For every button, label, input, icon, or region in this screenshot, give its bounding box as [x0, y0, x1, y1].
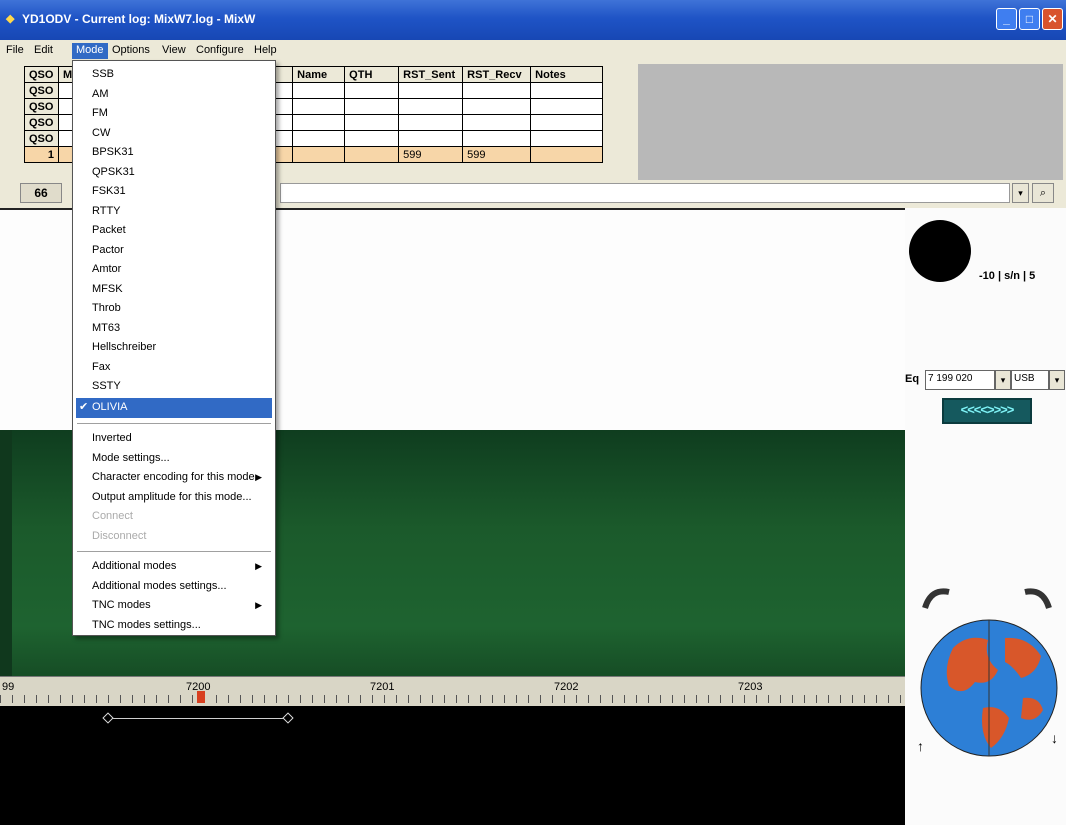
col-rst-recv[interactable]: RST_Recv — [462, 66, 532, 83]
menu-item-am[interactable]: AM — [76, 85, 272, 105]
row-label: QSO — [24, 130, 59, 147]
chevron-right-icon: ▶ — [255, 600, 262, 610]
cell-rst-sent[interactable] — [398, 130, 464, 147]
sn-readout: -10 | s/n | 5 — [979, 270, 1036, 282]
menu-item-character-encoding[interactable]: Character encoding for this mode ▶ — [76, 468, 272, 488]
bandwidth-left-handle[interactable] — [102, 712, 114, 724]
chevron-right-icon: ▶ — [255, 561, 262, 571]
menu-item-cw[interactable]: CW — [76, 124, 272, 144]
chevron-down-icon[interactable]: ▾ — [1012, 183, 1029, 203]
sideband-select[interactable]: USB — [1011, 370, 1049, 390]
frequency-scale[interactable]: 99 7200 7201 7202 7203 — [0, 676, 905, 706]
menu-item-fm[interactable]: FM — [76, 104, 272, 124]
down-arrow-icon[interactable]: ↓ — [1051, 730, 1058, 746]
close-button[interactable]: ✕ — [1042, 8, 1063, 30]
menu-item-connect: Connect — [92, 510, 133, 522]
col-rst-sent[interactable]: RST_Sent — [398, 66, 464, 83]
menu-item-mfsk[interactable]: MFSK — [76, 280, 272, 300]
menu-item-output-amplitude[interactable]: Output amplitude for this mode... — [76, 488, 272, 508]
menu-item-fax[interactable]: Fax — [76, 358, 272, 378]
search-icon[interactable]: ⌕ — [1032, 183, 1054, 203]
menu-file[interactable]: File — [2, 43, 28, 59]
col-qth[interactable]: QTH — [344, 66, 400, 83]
up-arrow-icon[interactable]: ↑ — [917, 738, 924, 754]
bandwidth-right-handle[interactable] — [282, 712, 294, 724]
freq-tick-label: 7201 — [370, 681, 395, 693]
mode-menu: SSB AM FM CW BPSK31 QPSK31 FSK31 RTTY Pa… — [72, 60, 276, 636]
menu-item-amtor[interactable]: Amtor — [76, 260, 272, 280]
cell-rst-sent[interactable] — [398, 98, 464, 115]
menu-item-tnc-modes[interactable]: TNC modes ▶ — [76, 596, 272, 616]
maximize-button[interactable]: □ — [1019, 8, 1040, 30]
menu-configure[interactable]: Configure — [192, 43, 248, 59]
menu-edit[interactable]: Edit — [30, 43, 57, 59]
menu-item-olivia[interactable]: ✔ OLIVIA — [76, 398, 272, 418]
menu-item-inverted[interactable]: Inverted — [76, 429, 272, 449]
row-label: QSO — [24, 82, 59, 99]
row-label: 1 — [24, 146, 59, 163]
col-name[interactable]: Name — [292, 66, 346, 83]
row-label: QSO — [24, 114, 59, 131]
menu-item-additional-modes[interactable]: Additional modes ▶ — [76, 557, 272, 577]
menu-separator — [77, 551, 271, 552]
menu-item-throb[interactable]: Throb — [76, 299, 272, 319]
bandwidth-indicator[interactable] — [108, 718, 288, 719]
freq-tick-label: 7203 — [738, 681, 763, 693]
row-label: QSO — [24, 98, 59, 115]
col-notes[interactable]: Notes — [530, 66, 604, 83]
menu-item-mt63[interactable]: MT63 — [76, 319, 272, 339]
menu-options[interactable]: Options — [108, 43, 154, 59]
waterfall-edge — [0, 430, 12, 676]
menu-item-mode-settings[interactable]: Mode settings... — [76, 449, 272, 469]
menu-mode[interactable]: Mode — [72, 43, 108, 59]
cell-rst-recv[interactable] — [462, 114, 532, 131]
menu-item-qpsk31[interactable]: QPSK31 — [76, 163, 272, 183]
menu-item-tnc-modes-settings[interactable]: TNC modes settings... — [76, 616, 272, 636]
cell-rst-recv[interactable] — [462, 82, 532, 99]
menu-view[interactable]: View — [158, 43, 190, 59]
menu-item-rtty[interactable]: RTTY — [76, 202, 272, 222]
cell-rst-recv[interactable] — [462, 98, 532, 115]
cell-rst-sent[interactable] — [398, 82, 464, 99]
menu-item-packet[interactable]: Packet — [76, 221, 272, 241]
glasses-icon[interactable]: 66 — [20, 183, 62, 203]
frequency-ticks — [0, 695, 905, 703]
menu-item-bpsk31[interactable]: BPSK31 — [76, 143, 272, 163]
menu-help[interactable]: Help — [250, 43, 281, 59]
chevron-down-icon[interactable]: ▾ — [1049, 370, 1065, 390]
menu-separator — [77, 423, 271, 424]
right-panel: -10 | s/n | 5 Eq 7 199 020 ▾ USB ▾ <<<<>… — [905, 208, 1066, 825]
menu-item-additional-modes-settings[interactable]: Additional modes settings... — [76, 577, 272, 597]
chevron-right-icon: ▶ — [255, 472, 262, 482]
menu-item-disconnect: Disconnect — [92, 529, 147, 542]
minimize-button[interactable]: _ — [996, 8, 1017, 30]
command-input[interactable] — [280, 183, 1010, 203]
title-bar: ◆ YD1ODV - Current log: MixW7.log - MixW… — [0, 0, 1066, 40]
freq-tick-label: 7202 — [554, 681, 579, 693]
menu-item-hellschreiber[interactable]: Hellschreiber — [76, 338, 272, 358]
app-icon: ◆ — [6, 13, 15, 25]
cell-rst-sent[interactable]: 599 — [398, 146, 464, 163]
menu-bar: File Edit Mode Options View Configure He… — [0, 40, 1066, 62]
log-empty-area — [638, 64, 1063, 180]
check-icon: ✔ — [79, 401, 89, 413]
freq-tick-label: 99 — [2, 681, 15, 693]
cell-rst-recv[interactable] — [462, 130, 532, 147]
globe-icon[interactable] — [913, 578, 1061, 778]
tune-buttons[interactable]: <<<<>>>> — [942, 398, 1032, 424]
frequency-label: Eq — [905, 373, 920, 385]
chevron-down-icon[interactable]: ▾ — [995, 370, 1011, 390]
menu-item-ssty[interactable]: SSTY — [76, 377, 272, 397]
menu-item-fsk31[interactable]: FSK31 — [76, 182, 272, 202]
frequency-input[interactable]: 7 199 020 — [925, 370, 995, 390]
tx-frequency-marker[interactable] — [197, 691, 205, 703]
signal-indicator — [909, 220, 971, 282]
menu-item-ssb[interactable]: SSB — [76, 65, 272, 85]
spectrum-display[interactable] — [0, 706, 905, 825]
col-qso[interactable]: QSO — [24, 66, 59, 83]
window-title: YD1ODV - Current log: MixW7.log - MixW — [22, 12, 256, 26]
cell-rst-sent[interactable] — [398, 114, 464, 131]
menu-item-pactor[interactable]: Pactor — [76, 241, 272, 261]
cell-rst-recv[interactable]: 599 — [462, 146, 532, 163]
